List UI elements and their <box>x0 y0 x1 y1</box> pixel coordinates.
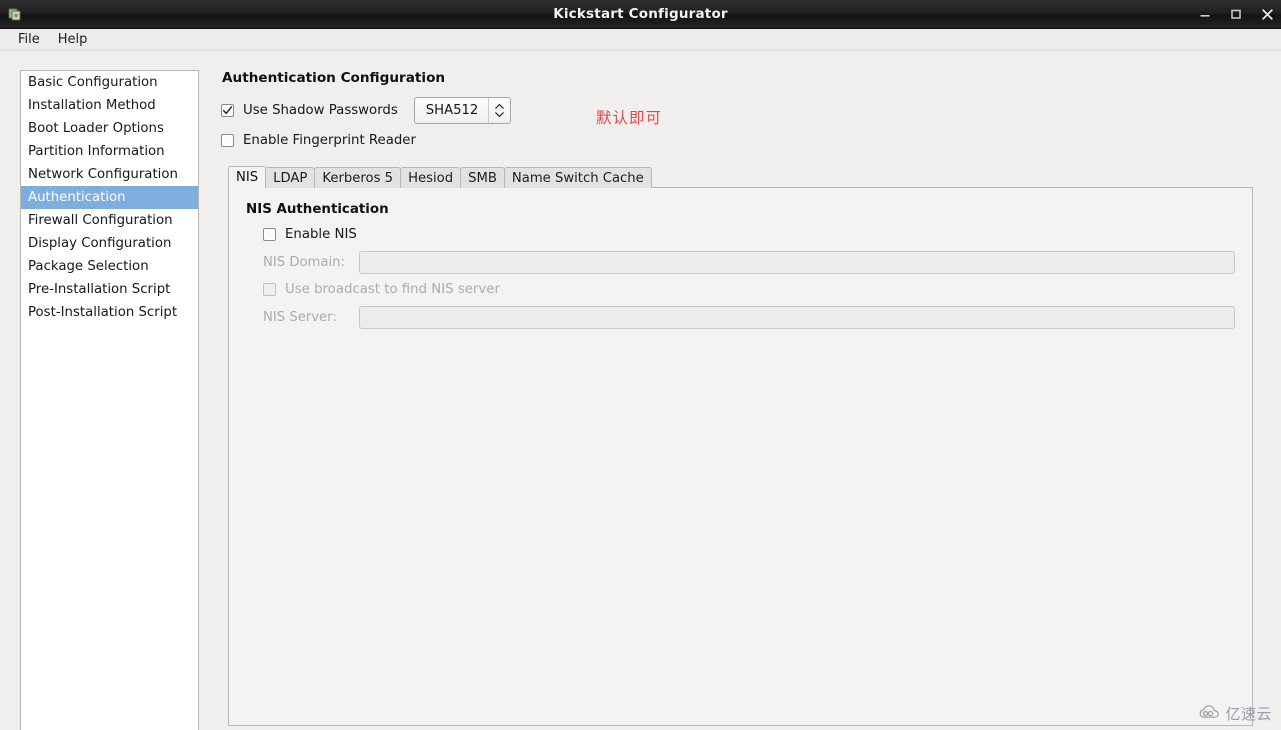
nis-server-label: NIS Server: <box>263 310 337 325</box>
enable-nis-checkbox[interactable] <box>263 228 276 241</box>
auth-notebook: NIS LDAP Kerberos 5 Hesiod SMB Name Swit… <box>228 166 1253 726</box>
section-list[interactable]: Basic Configuration Installation Method … <box>20 70 199 730</box>
annotation-text: 默认即可 <box>596 109 663 127</box>
main-pane: Authentication Configuration Use Shadow … <box>221 70 1281 730</box>
tab-hesiod[interactable]: Hesiod <box>400 167 462 188</box>
cloud-icon <box>1199 704 1221 724</box>
nis-broadcast-row: Use broadcast to find NIS server <box>263 282 1252 297</box>
watermark: 亿速云 <box>1199 703 1272 724</box>
nis-fields: Enable NIS NIS Domain: Use broadcast to … <box>263 227 1252 329</box>
shadow-passwords-row: Use Shadow Passwords SHA512 <box>221 97 1281 124</box>
nis-broadcast-label: Use broadcast to find NIS server <box>285 282 500 297</box>
menu-file[interactable]: File <box>9 30 49 50</box>
sidebar-item-post-installation-script[interactable]: Post-Installation Script <box>21 301 198 324</box>
nis-domain-input[interactable] <box>359 251 1235 274</box>
tab-nis[interactable]: NIS <box>228 166 267 188</box>
sidebar-item-firewall-configuration[interactable]: Firewall Configuration <box>21 209 198 232</box>
sidebar-item-package-selection[interactable]: Package Selection <box>21 255 198 278</box>
nis-broadcast-checkbox[interactable] <box>263 283 276 296</box>
sidebar-item-partition-information[interactable]: Partition Information <box>21 140 198 163</box>
tab-strip: NIS LDAP Kerberos 5 Hesiod SMB Name Swit… <box>228 166 1253 188</box>
menu-help[interactable]: Help <box>49 30 97 50</box>
nis-domain-label: NIS Domain: <box>263 255 345 270</box>
password-hash-combo[interactable]: SHA512 <box>413 97 512 124</box>
page-title: Authentication Configuration <box>222 70 446 86</box>
password-hash-value: SHA512 <box>425 103 479 118</box>
sidebar-item-display-configuration[interactable]: Display Configuration <box>21 232 198 255</box>
window-title: Kickstart Configurator <box>553 6 728 22</box>
content-area: Basic Configuration Installation Method … <box>0 51 1281 730</box>
shadow-passwords-checkbox[interactable] <box>221 104 234 117</box>
application-window: Kickstart Configurator File Help Basic C… <box>0 0 1281 730</box>
nis-domain-row: NIS Domain: <box>263 251 1252 274</box>
fingerprint-reader-row: Enable Fingerprint Reader <box>221 133 1281 148</box>
shadow-passwords-label: Use Shadow Passwords <box>243 103 398 118</box>
tab-ldap[interactable]: LDAP <box>265 167 316 188</box>
chevron-updown-icon <box>488 98 510 123</box>
nis-tab-panel: NIS Authentication Enable NIS NIS Domain… <box>228 187 1253 726</box>
nis-server-row: NIS Server: <box>263 306 1252 329</box>
sidebar-item-installation-method[interactable]: Installation Method <box>21 94 198 117</box>
watermark-text: 亿速云 <box>1225 705 1272 723</box>
sidebar-item-pre-installation-script[interactable]: Pre-Installation Script <box>21 278 198 301</box>
sidebar-item-network-configuration[interactable]: Network Configuration <box>21 163 198 186</box>
enable-nis-label: Enable NIS <box>285 227 357 242</box>
enable-nis-row: Enable NIS <box>263 227 1252 242</box>
sidebar-item-boot-loader-options[interactable]: Boot Loader Options <box>21 117 198 140</box>
tab-smb[interactable]: SMB <box>460 167 505 188</box>
window-controls <box>1198 7 1274 21</box>
fingerprint-reader-label: Enable Fingerprint Reader <box>243 133 416 148</box>
nis-panel-title: NIS Authentication <box>246 202 389 217</box>
maximize-icon[interactable] <box>1229 7 1243 21</box>
tab-kerberos-5[interactable]: Kerberos 5 <box>314 167 402 188</box>
sidebar-item-authentication[interactable]: Authentication <box>21 186 198 209</box>
menu-bar: File Help <box>0 29 1281 51</box>
close-icon[interactable] <box>1260 7 1274 21</box>
title-bar: Kickstart Configurator <box>0 0 1281 29</box>
minimize-icon[interactable] <box>1198 7 1212 21</box>
fingerprint-reader-checkbox[interactable] <box>221 134 234 147</box>
tab-name-switch-cache[interactable]: Name Switch Cache <box>503 167 652 188</box>
sidebar-item-basic-configuration[interactable]: Basic Configuration <box>21 71 198 94</box>
app-icon <box>4 3 26 25</box>
nis-server-input[interactable] <box>359 306 1235 329</box>
